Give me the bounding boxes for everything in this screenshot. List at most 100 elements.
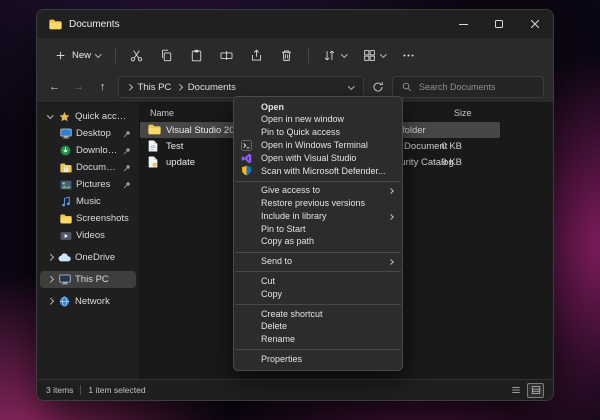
cut-button[interactable]: [123, 44, 151, 66]
sidebar-item-desktop[interactable]: Desktop: [40, 125, 136, 142]
sort-icon: [323, 48, 337, 62]
context-menu-separator: [235, 181, 401, 182]
pictures-icon: [59, 178, 72, 191]
sidebar-item-label: Downloads: [76, 145, 119, 156]
context-menu-item-cut[interactable]: Cut: [234, 275, 402, 288]
sidebar-item-onedrive[interactable]: OneDrive: [40, 249, 136, 266]
context-menu-item-open-in-windows-terminal[interactable]: Open in Windows Terminal: [234, 139, 402, 152]
copy-button[interactable]: [153, 44, 181, 66]
sidebar-item-label: Quick access: [75, 111, 131, 122]
star-icon: [58, 110, 71, 123]
context-menu-item-create-shortcut[interactable]: Create shortcut: [234, 308, 402, 321]
new-button-label: New: [72, 50, 91, 61]
view-button[interactable]: [355, 44, 393, 66]
chevron-down-icon: [348, 83, 354, 89]
context-menu-item-rename[interactable]: Rename: [234, 334, 402, 347]
close-button[interactable]: [517, 10, 553, 38]
command-bar: New: [37, 38, 553, 72]
context-menu-item-restore-previous-versions[interactable]: Restore previous versions: [234, 197, 402, 210]
context-menu-item-include-in-library[interactable]: Include in library: [234, 210, 402, 223]
context-menu-item-label: Give access to: [261, 185, 320, 195]
window-controls: [445, 10, 553, 38]
share-icon: [250, 48, 264, 62]
search-box[interactable]: [392, 76, 544, 98]
status-divider: [80, 385, 81, 395]
desktop-wallpaper: Documents New: [0, 0, 600, 420]
context-menu-item-properties[interactable]: Properties: [234, 353, 402, 366]
toolbar-divider: [308, 47, 309, 63]
context-menu-item-label: Send to: [261, 256, 292, 266]
context-menu-separator: [235, 252, 401, 253]
breadcrumb[interactable]: This PC Documents: [118, 76, 364, 98]
sidebar-item-downloads[interactable]: Downloads: [40, 142, 136, 159]
context-menu-item-label: Open with Visual Studio: [261, 153, 356, 163]
file-explorer-window: Documents New: [36, 9, 554, 401]
context-menu-separator: [235, 349, 401, 350]
context-menu-item-open-with-visual-studio[interactable]: Open with Visual Studio: [234, 152, 402, 165]
minimize-button[interactable]: [445, 10, 481, 38]
sidebar-item-network[interactable]: Network: [40, 293, 136, 310]
sidebar-item-pictures[interactable]: Pictures: [40, 176, 136, 193]
network-globe-icon: [58, 295, 71, 308]
context-menu-item-label: Open in Windows Terminal: [261, 140, 368, 150]
submenu-arrow-icon: [388, 188, 394, 194]
context-menu-item-open-in-new-window[interactable]: Open in new window: [234, 114, 402, 127]
cloud-icon: [58, 251, 71, 264]
breadcrumb-this-pc[interactable]: This PC: [138, 82, 172, 93]
sidebar-item-screenshots[interactable]: Screenshots: [40, 210, 136, 227]
up-button[interactable]: ↑: [94, 82, 111, 93]
search-input[interactable]: [419, 82, 536, 92]
column-header-name[interactable]: Name: [150, 108, 174, 118]
context-menu-item-copy[interactable]: Copy: [234, 288, 402, 301]
sidebar-item-label: Desktop: [76, 128, 111, 139]
submenu-arrow-icon: [388, 259, 394, 265]
context-menu-item-pin-to-start[interactable]: Pin to Start: [234, 223, 402, 236]
sidebar-item-label: Videos: [76, 230, 105, 241]
sidebar-item-music[interactable]: Music: [40, 193, 136, 210]
column-header-size[interactable]: Size: [454, 108, 472, 118]
file-name: update: [166, 157, 195, 168]
context-menu-item-pin-to-quick-access[interactable]: Pin to Quick access: [234, 127, 402, 140]
layout-grid-icon: [362, 48, 376, 62]
context-menu-item-give-access-to[interactable]: Give access to: [234, 185, 402, 198]
computer-icon: [58, 273, 71, 286]
chevron-right-icon: [47, 255, 54, 260]
forward-button[interactable]: →: [70, 82, 87, 93]
list-view-button[interactable]: [507, 383, 524, 398]
share-button[interactable]: [243, 44, 271, 66]
paste-button[interactable]: [183, 44, 211, 66]
context-menu-item-send-to[interactable]: Send to: [234, 256, 402, 269]
sidebar-item-this-pc[interactable]: This PC: [40, 271, 136, 288]
visual-studio-icon: [241, 153, 253, 165]
address-dropdown-button[interactable]: [349, 86, 356, 89]
refresh-button[interactable]: [371, 80, 385, 94]
rename-button[interactable]: [213, 44, 241, 66]
breadcrumb-documents[interactable]: Documents: [188, 82, 236, 93]
sidebar-item-label: Network: [75, 296, 110, 307]
ellipsis-icon: [402, 48, 416, 62]
sidebar-item-quick-access[interactable]: Quick access: [40, 108, 136, 125]
chevron-down-icon: [47, 115, 54, 118]
chevron-down-icon: [341, 51, 347, 57]
file-size: 9 KB: [420, 157, 462, 168]
sidebar-item-label: OneDrive: [75, 252, 115, 263]
chevron-right-icon: [176, 84, 182, 90]
back-button[interactable]: ←: [46, 82, 63, 93]
context-menu-item-delete[interactable]: Delete: [234, 321, 402, 334]
delete-button[interactable]: [273, 44, 301, 66]
context-menu-item-label: Scan with Microsoft Defender...: [261, 166, 386, 176]
sort-button[interactable]: [316, 44, 354, 66]
title-bar[interactable]: Documents: [37, 10, 553, 38]
more-options-button[interactable]: [395, 44, 423, 66]
sidebar-item-videos[interactable]: Videos: [40, 227, 136, 244]
new-button[interactable]: New: [46, 44, 108, 66]
context-menu-item-copy-as-path[interactable]: Copy as path: [234, 236, 402, 249]
sidebar-item-documents[interactable]: Documents: [40, 159, 136, 176]
context-menu-item-open[interactable]: Open: [234, 101, 402, 114]
maximize-button[interactable]: [481, 10, 517, 38]
copy-icon: [160, 48, 174, 62]
context-menu-item-scan-with-microsoft-defender[interactable]: Scan with Microsoft Defender...: [234, 165, 402, 178]
toolbar-divider: [115, 47, 116, 63]
sidebar-item-label: This PC: [75, 274, 109, 285]
details-view-button[interactable]: [527, 383, 544, 398]
